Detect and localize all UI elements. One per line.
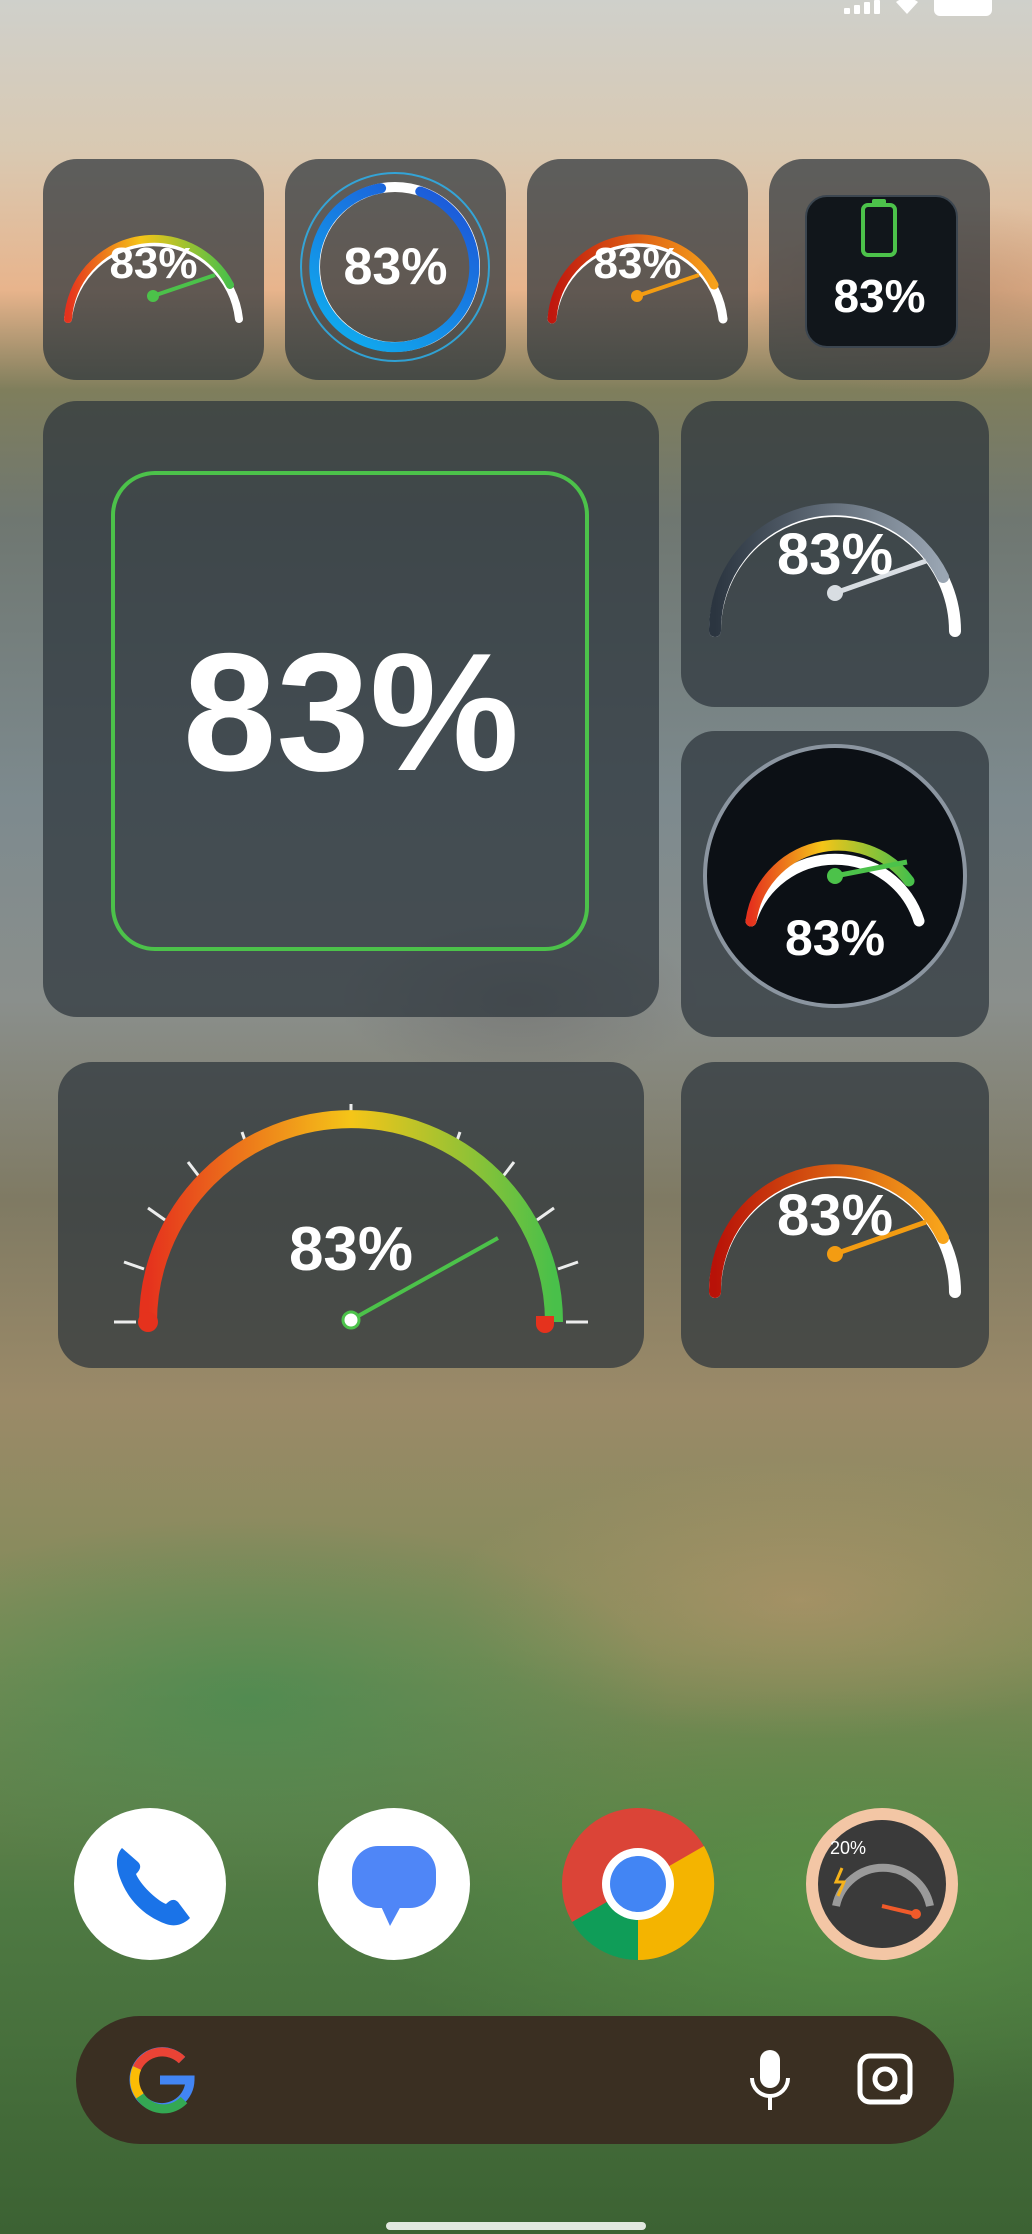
signal-icon bbox=[844, 0, 880, 14]
gauge-widget-blue-ring[interactable]: 83% bbox=[285, 159, 506, 380]
dock-app-battery-gauge[interactable]: 20% bbox=[806, 1808, 958, 1960]
gauge-badge-label: 20% bbox=[830, 1838, 867, 1858]
phone-icon bbox=[116, 1848, 190, 1926]
home-indicator[interactable] bbox=[386, 2222, 646, 2230]
gauge-value-label: 83% bbox=[343, 238, 448, 296]
gauge-widget-orange[interactable]: 83% bbox=[681, 1062, 989, 1368]
dock-app-chrome[interactable] bbox=[562, 1808, 715, 1961]
chrome-icon bbox=[562, 1808, 715, 1961]
gauge-widget-orange-small[interactable]: 83% bbox=[527, 159, 748, 380]
wifi-icon bbox=[896, 0, 918, 14]
dock-app-phone[interactable] bbox=[74, 1808, 226, 1960]
gauge-widget-dial[interactable]: 83% bbox=[681, 731, 989, 1037]
status-bar bbox=[844, 0, 992, 20]
google-search-bar[interactable] bbox=[76, 2016, 954, 2144]
mic-icon[interactable] bbox=[740, 2016, 800, 2144]
gauge-widget-grey[interactable]: 83% bbox=[681, 401, 989, 707]
battery-value-label: 83% bbox=[833, 270, 926, 322]
gauge-icon bbox=[818, 1820, 946, 1948]
gauge-widget-wide[interactable]: 83% bbox=[58, 1062, 644, 1368]
gauge-value-label: 83% bbox=[784, 910, 886, 966]
battery-value-label: 83% bbox=[182, 618, 520, 806]
google-icon bbox=[129, 2047, 195, 2114]
gauge-widget-rainbow-small[interactable]: 83% bbox=[43, 159, 264, 380]
gauge-value-label: 83% bbox=[288, 1215, 414, 1284]
dock-app-messages[interactable] bbox=[318, 1808, 470, 1960]
battery-icon bbox=[934, 0, 992, 16]
gauge-value-label: 83% bbox=[776, 1183, 894, 1248]
gauge-value-label: 83% bbox=[776, 522, 894, 587]
gauge-dial bbox=[703, 744, 967, 1008]
gauge-value-label: 83% bbox=[109, 239, 198, 288]
lens-icon[interactable] bbox=[850, 2016, 920, 2144]
battery-widget-large[interactable]: 83% bbox=[43, 401, 659, 1017]
gauge-value-label: 83% bbox=[593, 239, 682, 288]
messages-icon bbox=[352, 1846, 436, 1926]
battery-widget-small[interactable]: 83% bbox=[769, 159, 990, 380]
